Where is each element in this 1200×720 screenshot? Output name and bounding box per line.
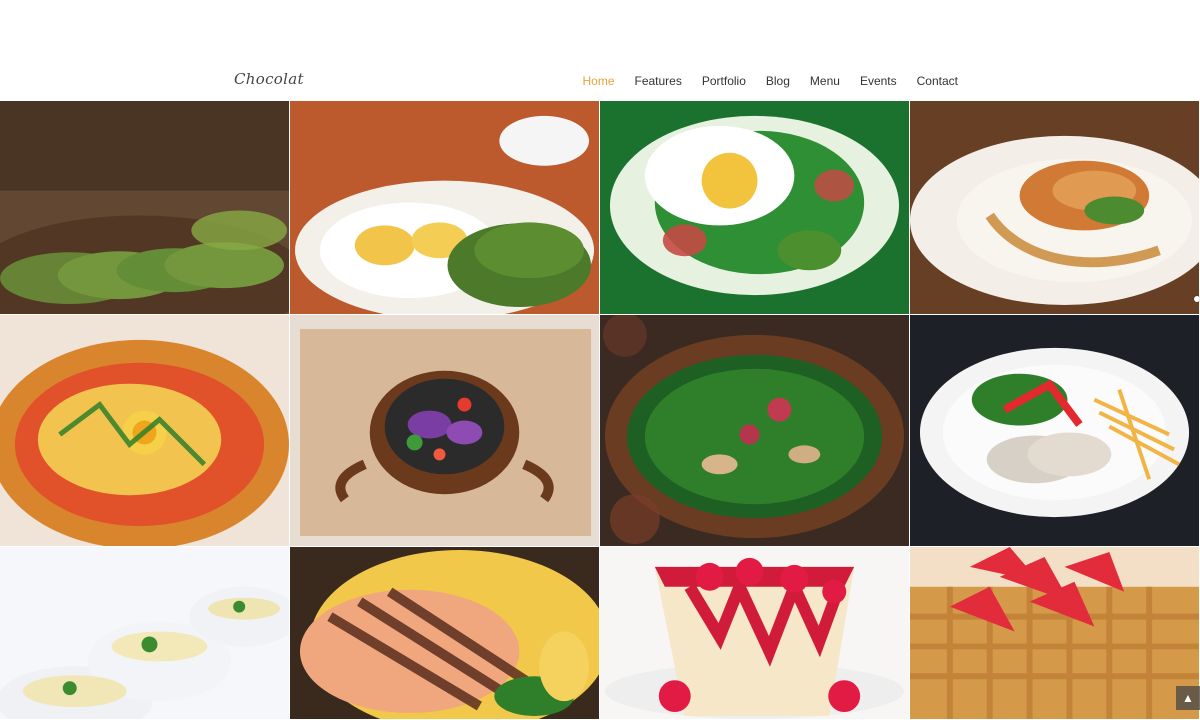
gallery-item-avocado-toast[interactable] <box>0 101 290 315</box>
nav-item-contact[interactable]: Contact <box>917 74 958 88</box>
gallery-item-eggs-and-avocado[interactable] <box>290 101 600 315</box>
gallery-item-baked-egg-dish[interactable] <box>0 315 290 547</box>
gallery-item-salad-bowl-board[interactable] <box>290 315 600 547</box>
gallery-item-spinach-salad-bowl[interactable] <box>600 315 910 547</box>
main-navigation: Home Features Portfolio Blog Menu Events… <box>582 74 958 88</box>
gallery-item-strawberry-waffle[interactable] <box>910 547 1200 720</box>
nav-item-blog[interactable]: Blog <box>766 74 790 88</box>
nav-item-events[interactable]: Events <box>860 74 897 88</box>
nav-item-features[interactable]: Features <box>635 74 682 88</box>
gallery-item-chicken-and-fries[interactable] <box>910 315 1200 547</box>
nav-item-menu[interactable]: Menu <box>810 74 840 88</box>
gallery-item-raspberry-cheesecake[interactable] <box>600 547 910 720</box>
site-header: Chocolat Home Features Portfolio Blog Me… <box>0 0 1200 101</box>
gallery-item-creamy-soup-cups[interactable] <box>0 547 290 720</box>
gallery-item-grilled-salmon[interactable] <box>290 547 600 720</box>
gallery-item-seared-fish-plate[interactable] <box>910 101 1200 315</box>
nav-item-home[interactable]: Home <box>582 74 614 88</box>
gallery-item-poached-egg-salad[interactable] <box>600 101 910 315</box>
food-gallery-grid <box>0 101 1200 720</box>
chevron-up-icon: ▲ <box>1182 691 1194 705</box>
slider-dot-icon[interactable] <box>1194 296 1200 302</box>
nav-item-portfolio[interactable]: Portfolio <box>702 74 746 88</box>
site-logo[interactable]: Chocolat <box>234 70 304 88</box>
scroll-top-button[interactable]: ▲ <box>1176 686 1200 710</box>
